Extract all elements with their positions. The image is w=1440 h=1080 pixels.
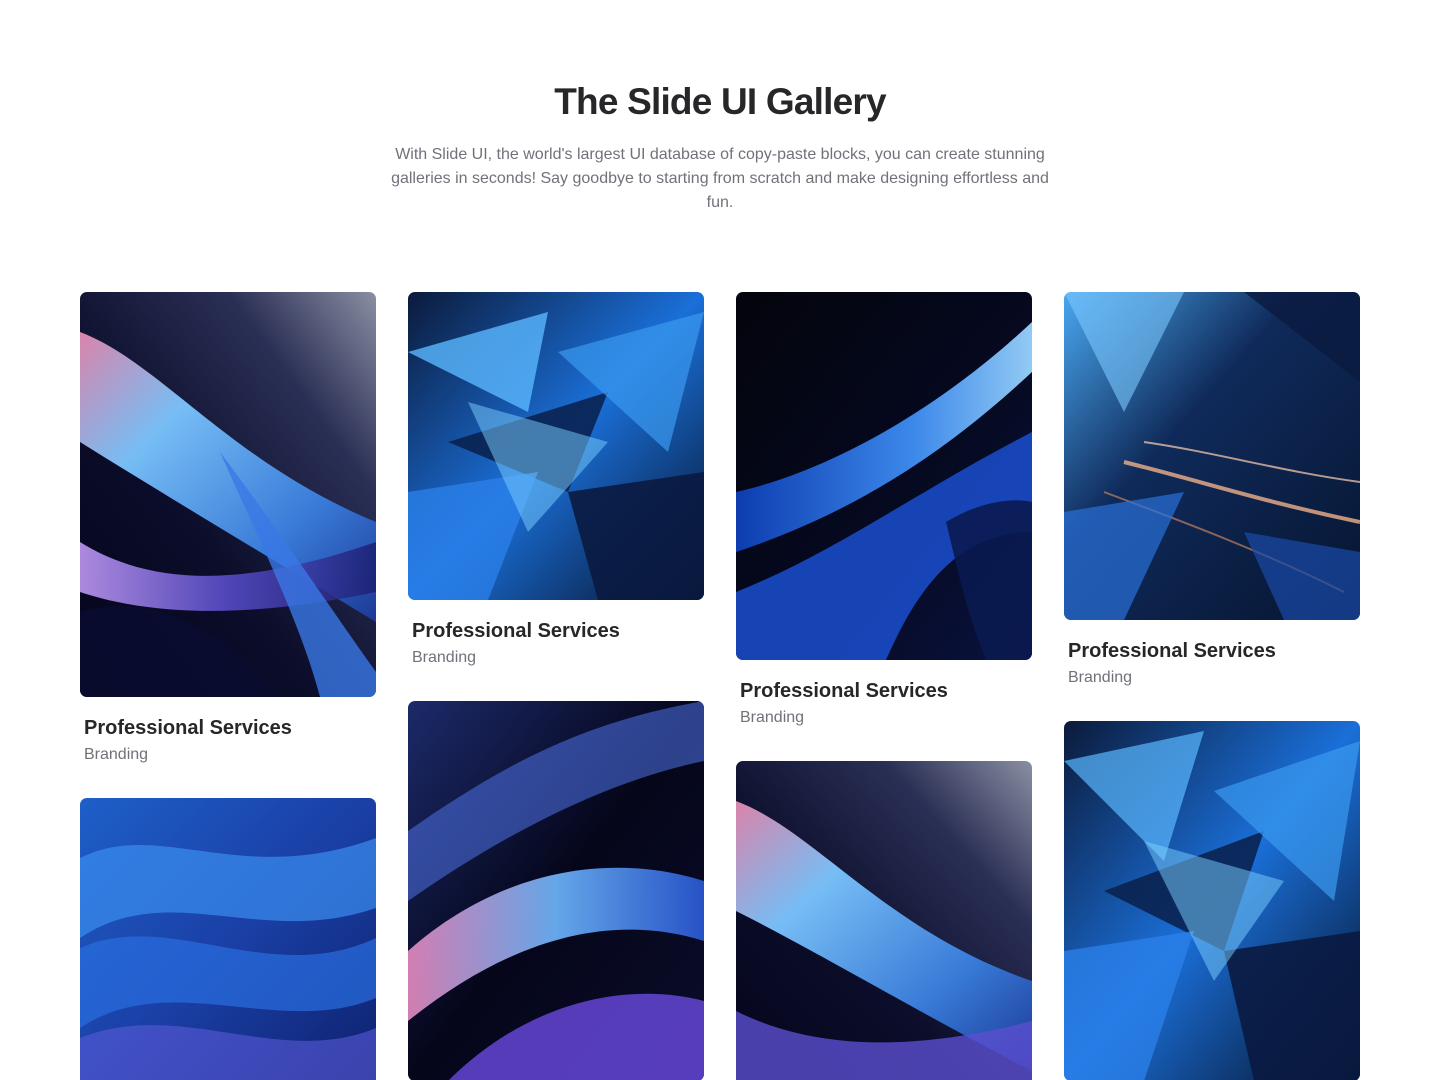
card-image-wave[interactable] bbox=[80, 292, 376, 697]
card-image-ribbons[interactable] bbox=[408, 701, 704, 1080]
page-subtitle: With Slide UI, the world's largest UI da… bbox=[391, 146, 1049, 211]
gallery-card[interactable]: Professional Services Branding bbox=[736, 292, 1032, 729]
gallery-column-1: Professional Services Branding bbox=[80, 292, 376, 1080]
page-title: The Slide UI Gallery bbox=[554, 81, 886, 122]
gallery-header: The Slide UI Gallery With Slide UI, the … bbox=[0, 78, 1440, 215]
card-category: Branding bbox=[412, 649, 477, 666]
gallery-column-4: Professional Services Branding bbox=[1064, 292, 1360, 1080]
card-image-curve[interactable] bbox=[736, 292, 1032, 660]
card-category: Branding bbox=[740, 709, 805, 726]
card-title: Professional Services bbox=[84, 717, 292, 739]
card-category: Branding bbox=[84, 746, 149, 763]
card-image-wave[interactable] bbox=[736, 761, 1032, 1080]
card-image-silk[interactable] bbox=[80, 798, 376, 1080]
gallery-card[interactable]: Professional Services Branding bbox=[1064, 292, 1360, 689]
card-image-streaks[interactable] bbox=[1064, 292, 1360, 620]
card-title: Professional Services bbox=[1068, 640, 1276, 662]
card-title: Professional Services bbox=[412, 620, 620, 642]
gallery-card[interactable]: Professional Services Branding bbox=[408, 292, 704, 669]
gallery-column-2: Professional Services Branding bbox=[408, 292, 704, 1080]
card-image-shards[interactable] bbox=[408, 292, 704, 600]
gallery-column-3: Professional Services Branding bbox=[736, 292, 1032, 1080]
gallery-card[interactable] bbox=[408, 701, 704, 1080]
card-category: Branding bbox=[1068, 669, 1133, 686]
card-title: Professional Services bbox=[740, 680, 948, 702]
gallery-card[interactable] bbox=[736, 761, 1032, 1080]
gallery-card[interactable] bbox=[1064, 721, 1360, 1080]
card-image-shards[interactable] bbox=[1064, 721, 1360, 1080]
gallery-card[interactable]: Professional Services Branding bbox=[80, 292, 376, 766]
gallery-page: The Slide UI Gallery With Slide UI, the … bbox=[0, 0, 1440, 1080]
gallery-card[interactable] bbox=[80, 798, 376, 1080]
